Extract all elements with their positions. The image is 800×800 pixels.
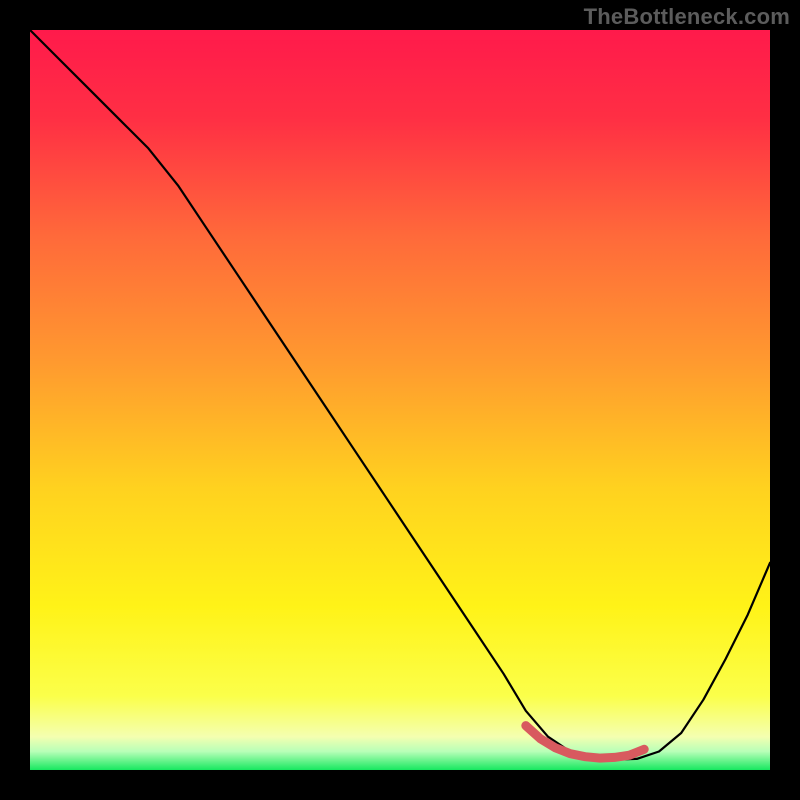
watermark-text: TheBottleneck.com [584, 4, 790, 30]
bottleneck-chart [30, 30, 770, 770]
